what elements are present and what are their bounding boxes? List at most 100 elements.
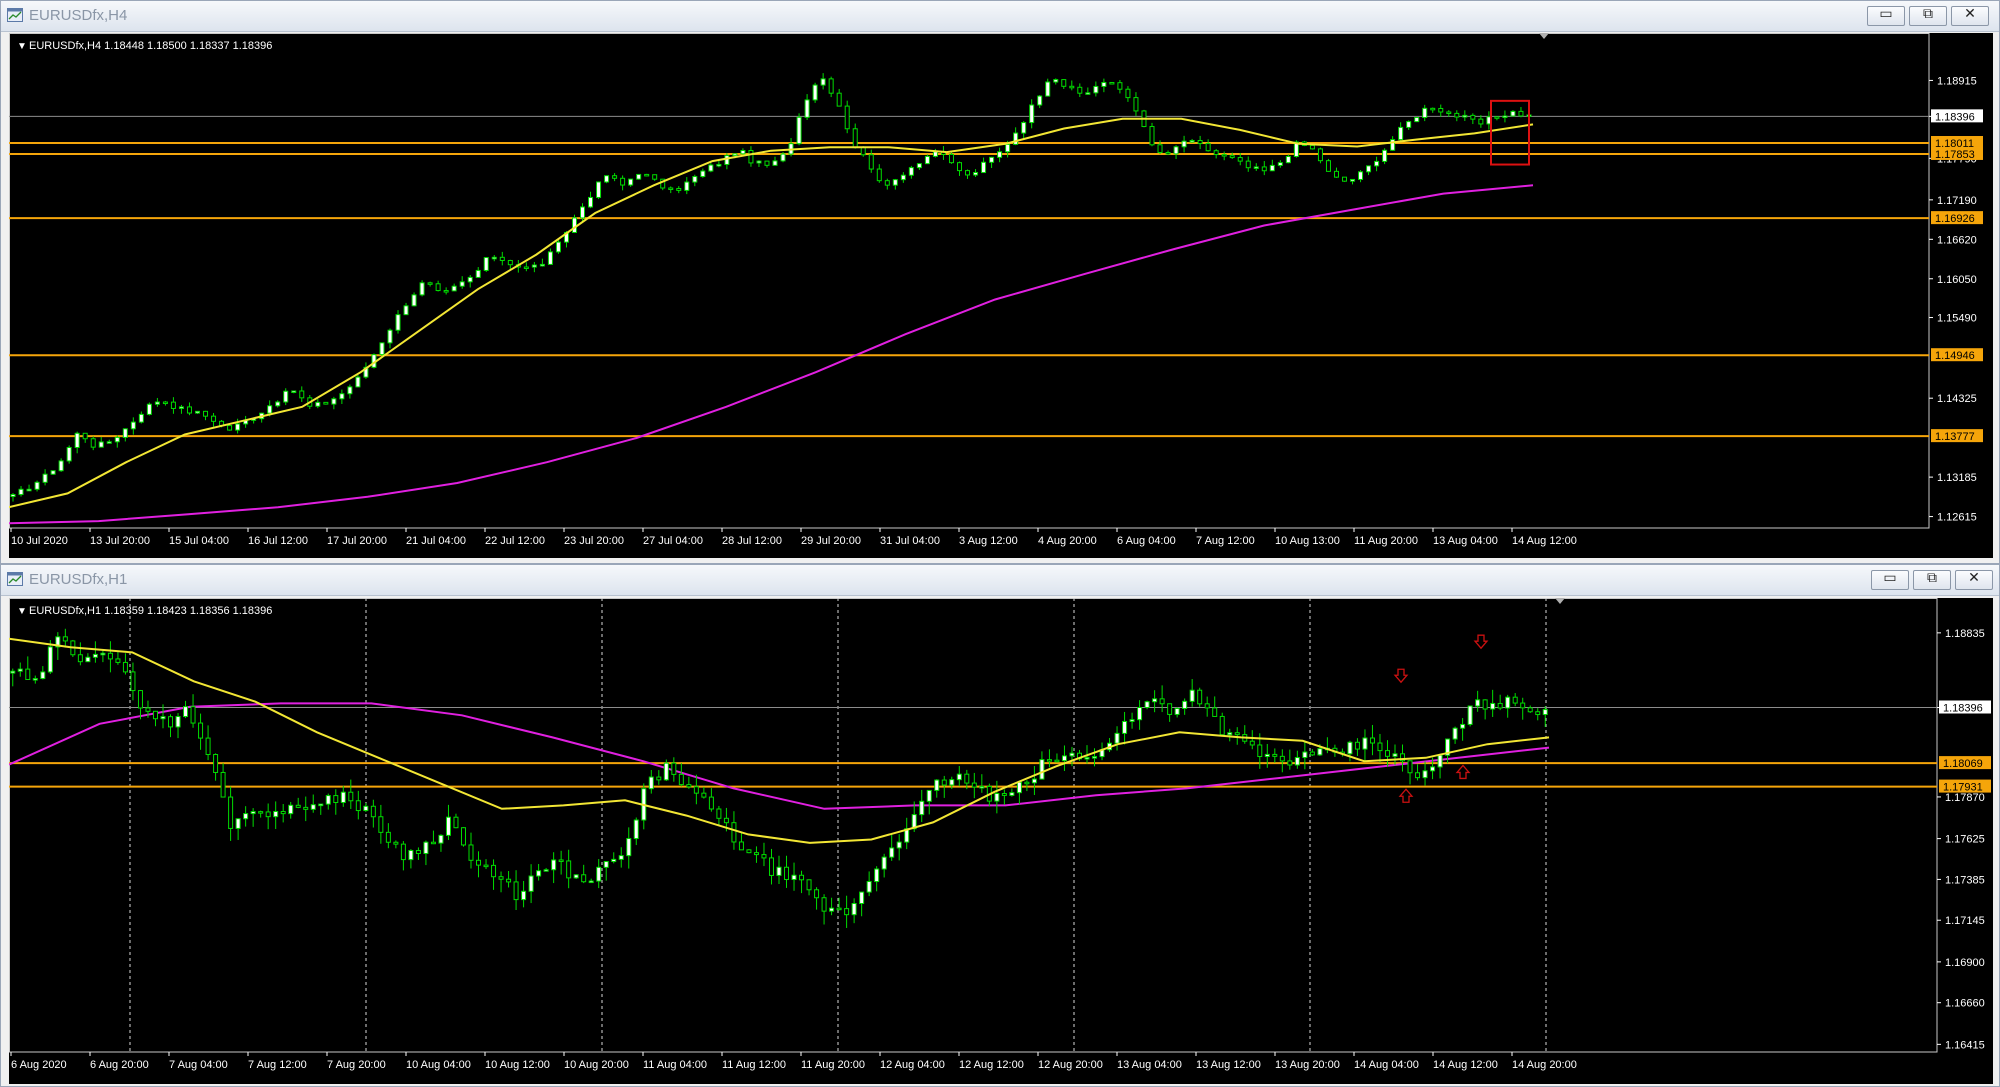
- candle-body: [415, 849, 421, 854]
- candle-body: [1221, 154, 1227, 157]
- candle-body: [740, 150, 746, 155]
- x-tick-label: 10 Aug 12:00: [485, 1059, 550, 1071]
- x-tick-label: 6 Aug 2020: [11, 1059, 67, 1071]
- candle-body: [98, 441, 104, 448]
- candle-body: [1333, 170, 1339, 178]
- candle-body: [348, 791, 354, 802]
- candle-body: [1414, 117, 1420, 123]
- candle-body: [62, 636, 68, 642]
- price-chart-h1[interactable]: ▼ EURUSDfx,H1 1.18359 1.18423 1.18356 1.…: [9, 598, 1993, 1084]
- candle-body: [776, 866, 782, 876]
- candle-body: [460, 827, 466, 846]
- candle-body: [205, 737, 211, 756]
- candle-body: [764, 160, 770, 166]
- candle-body: [1069, 752, 1075, 757]
- candle-body: [1013, 132, 1019, 145]
- x-tick-label: 6 Aug 20:00: [90, 1059, 149, 1071]
- candle-body: [1005, 143, 1011, 153]
- candle-body: [626, 838, 632, 857]
- candle-body: [198, 722, 204, 739]
- x-tick-label: 14 Aug 04:00: [1354, 1059, 1419, 1071]
- y-tick-label: 1.16660: [1945, 998, 1985, 1010]
- candle-body: [1031, 778, 1037, 784]
- window-title: EURUSDfx,H1: [29, 571, 128, 588]
- selection-box: [1490, 99, 1530, 166]
- moving-average-slow: [9, 702, 1550, 810]
- x-tick-label: 10 Aug 04:00: [406, 1059, 471, 1071]
- candle-body: [1181, 140, 1187, 148]
- candle-body: [1009, 792, 1015, 796]
- chart-header: EURUSDfx,H1 1.18359 1.18423 1.18356 1.18…: [29, 605, 272, 617]
- maximize-button[interactable]: ⧉: [1913, 570, 1951, 590]
- x-tick-label: 23 Jul 20:00: [564, 535, 624, 547]
- close-button[interactable]: ✕: [1951, 6, 1989, 26]
- level-price-label: 1.13777: [1935, 431, 1975, 443]
- candle-body: [555, 241, 561, 253]
- plot-frame: [9, 33, 1930, 529]
- y-tick-label: 1.16620: [1937, 234, 1977, 246]
- chart-window-h1[interactable]: EURUSDfx,H1 ▭ ⧉ ✕ ▼ EURUSDfx,H1 1.18359 …: [0, 564, 2000, 1087]
- candle-body: [1159, 698, 1165, 705]
- minimize-button[interactable]: ▭: [1871, 570, 1909, 590]
- candle-body: [1029, 104, 1035, 124]
- candle-body: [965, 170, 971, 176]
- candle-body: [283, 390, 289, 403]
- candle-body: [295, 804, 301, 808]
- candle-body: [596, 866, 602, 882]
- level-price-label: 1.14946: [1935, 350, 1975, 362]
- candle-body: [1182, 700, 1188, 710]
- candle-body: [40, 671, 46, 680]
- candle-body: [820, 78, 826, 86]
- candle-body: [1249, 740, 1255, 746]
- maximize-button[interactable]: ⧉: [1909, 6, 1947, 26]
- candle-body: [1309, 751, 1315, 756]
- title-bar[interactable]: EURUSDfx,H1 ▭ ⧉ ✕: [1, 565, 1999, 596]
- chart-window-h4[interactable]: EURUSDfx,H4 ▭ ⧉ ✕ ▼ EURUSDfx,H4 1.18448 …: [0, 0, 2000, 564]
- candle-body: [656, 776, 662, 781]
- candle-body: [220, 771, 226, 798]
- candle-body: [908, 167, 914, 176]
- x-tick-label: 21 Jul 04:00: [406, 535, 466, 547]
- candle-body: [1490, 702, 1496, 710]
- candle-body: [612, 175, 618, 179]
- candle-body: [138, 413, 144, 423]
- close-button[interactable]: ✕: [1955, 570, 1993, 590]
- candle-body: [58, 460, 64, 472]
- candle-body: [90, 438, 96, 448]
- candle-body: [844, 908, 850, 916]
- candle-body: [731, 822, 737, 843]
- plot-frame: [9, 598, 1938, 1053]
- y-tick-label: 1.15490: [1937, 313, 1977, 325]
- candle-body: [1366, 165, 1372, 173]
- candle-body: [948, 153, 954, 164]
- x-tick-label: 7 Aug 20:00: [327, 1059, 386, 1071]
- candle-body: [581, 874, 587, 883]
- candle-body: [558, 859, 564, 862]
- candle-body: [926, 789, 932, 802]
- candle-body: [997, 151, 1003, 158]
- price-chart-h4[interactable]: ▼ EURUSDfx,H4 1.18448 1.18500 1.18337 1.…: [9, 33, 1993, 558]
- candle-body: [25, 668, 31, 680]
- candle-body: [50, 470, 56, 475]
- candle-body: [900, 174, 906, 181]
- title-bar[interactable]: EURUSDfx,H4 ▭ ⧉ ✕: [1, 1, 1999, 32]
- candle-body: [168, 716, 174, 728]
- candle-body: [1475, 699, 1481, 707]
- candle-body: [178, 406, 184, 409]
- x-tick-label: 6 Aug 04:00: [1117, 535, 1176, 547]
- candle-body: [1437, 754, 1443, 768]
- chart-shift-marker: [1555, 598, 1565, 604]
- minimize-button[interactable]: ▭: [1867, 6, 1905, 26]
- candle-body: [1189, 140, 1195, 143]
- candle-body: [333, 795, 339, 804]
- candle-body: [1520, 702, 1526, 709]
- candle-body: [85, 656, 91, 663]
- y-tick-label: 1.17625: [1945, 834, 1985, 846]
- candle-body: [1114, 732, 1120, 744]
- candle-body: [408, 849, 414, 861]
- candle-body: [772, 160, 778, 166]
- candle-body: [1350, 178, 1356, 182]
- candle-body: [994, 793, 1000, 802]
- candle-body: [1133, 97, 1139, 112]
- candle-body: [1374, 160, 1380, 167]
